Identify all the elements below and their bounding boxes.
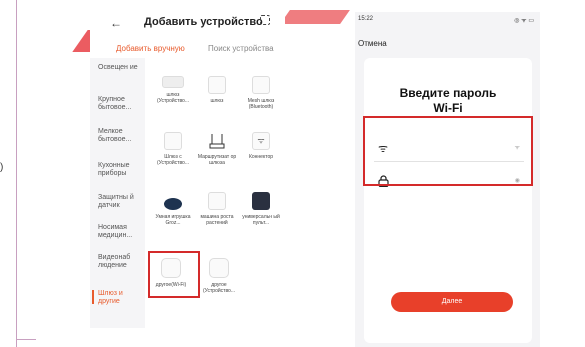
- frame-line: [16, 0, 17, 347]
- device-item[interactable]: ᯤ Коннектор: [239, 132, 283, 160]
- remote-icon: [252, 192, 270, 210]
- next-button[interactable]: Далее: [391, 292, 513, 312]
- device-label: другое (Устройство...: [203, 282, 235, 294]
- device-label: Коннектор: [248, 154, 274, 160]
- device-label: Маршрутизат ор шлюза: [197, 154, 237, 166]
- header: ← Добавить устройство: [90, 15, 285, 30]
- gateway-plug-icon: [164, 132, 182, 150]
- sidebar-item-small-appliances[interactable]: Мелкое бытовое...: [98, 128, 143, 144]
- highlight-credentials: [363, 116, 533, 186]
- title-line-2: Wi-Fi: [433, 101, 463, 115]
- sidebar-item-large-appliances[interactable]: Крупное бытовое...: [98, 96, 143, 112]
- tab-bar: Добавить вручную Поиск устройства: [90, 44, 285, 58]
- robot-toy-icon: [164, 198, 182, 210]
- arrow-left-icon[interactable]: ←: [110, 16, 122, 30]
- device-label: Mesh шлюз (Bluetooth): [247, 98, 275, 110]
- cancel-button[interactable]: Отмена: [358, 39, 387, 48]
- wifi-password-screen: 15:22 ◎ ᯤ ▭ Отмена Введите пароль Wi-Fi …: [355, 12, 540, 347]
- device-item[interactable]: Маршрутизат ор шлюза: [195, 132, 239, 166]
- device-item[interactable]: Умная игрушка Groz...: [151, 198, 195, 226]
- device-label: шлюз: [210, 98, 224, 104]
- device-item[interactable]: шлюз: [195, 76, 239, 104]
- device-item[interactable]: Mesh шлюз (Bluetooth): [239, 76, 283, 110]
- device-item[interactable]: машина роста растений: [195, 192, 239, 226]
- device-item[interactable]: шлюз (Устройство...: [151, 76, 195, 104]
- sidebar-item-video-surveillance[interactable]: Видеонаб людение: [98, 254, 143, 270]
- plant-grower-icon: [208, 192, 226, 210]
- mesh-gateway-icon: [252, 76, 270, 94]
- status-icons: ◎ ᯤ ▭: [514, 18, 534, 24]
- sidebar-item-security-sensor[interactable]: Защитны й датчик: [98, 194, 143, 210]
- router-icon: [208, 132, 226, 150]
- active-category-marker: [92, 290, 94, 304]
- device-label: универсальн ый пульт...: [242, 214, 280, 226]
- device-item[interactable]: Шлюз с (Устройство...: [151, 132, 195, 166]
- tab-add-manually[interactable]: Добавить вручную: [116, 44, 185, 53]
- connector-icon: ᯤ: [252, 132, 270, 150]
- add-device-screen: ← Добавить устройство Добавить вручную П…: [90, 0, 285, 347]
- sidebar-item-wearable[interactable]: Носимая медицин...: [98, 224, 143, 240]
- title-line-1: Введите пароль: [399, 86, 497, 100]
- status-time: 15:22: [358, 16, 374, 22]
- gateway-icon: [208, 76, 226, 94]
- device-item[interactable]: универсальн ый пульт...: [239, 192, 283, 226]
- device-item[interactable]: другое (Устройство...: [197, 258, 241, 294]
- device-label: шлюз (Устройство...: [157, 92, 189, 104]
- device-label: машина роста растений: [200, 214, 234, 226]
- device-label: Шлюз с (Устройство...: [157, 154, 189, 166]
- page-title: Добавить устройство: [144, 16, 263, 28]
- device-label: Умная игрушка Groz...: [155, 214, 191, 226]
- page-title: Введите пароль Wi-Fi: [364, 86, 532, 116]
- frame-line-bottom: [16, 339, 36, 340]
- category-sidebar: Освещен ие Крупное бытовое... Мелкое быт…: [90, 58, 145, 328]
- other-device-icon: [209, 258, 229, 278]
- gateway-box-icon: [162, 76, 184, 88]
- tab-search-device[interactable]: Поиск устройства: [208, 44, 274, 53]
- highlight-wifi-other: [148, 251, 200, 298]
- scan-icon[interactable]: [260, 15, 270, 25]
- sidebar-item-kitchen[interactable]: Кухонные приборы: [98, 162, 143, 178]
- sidebar-item-lighting[interactable]: Освещен ие: [98, 64, 143, 72]
- paren-text: ): [0, 162, 4, 173]
- password-card: Введите пароль Wi-Fi ᯤ ᯤ ◉ Далее: [364, 58, 532, 343]
- sidebar-item-gateway-other[interactable]: Шлюз и другие: [98, 290, 143, 306]
